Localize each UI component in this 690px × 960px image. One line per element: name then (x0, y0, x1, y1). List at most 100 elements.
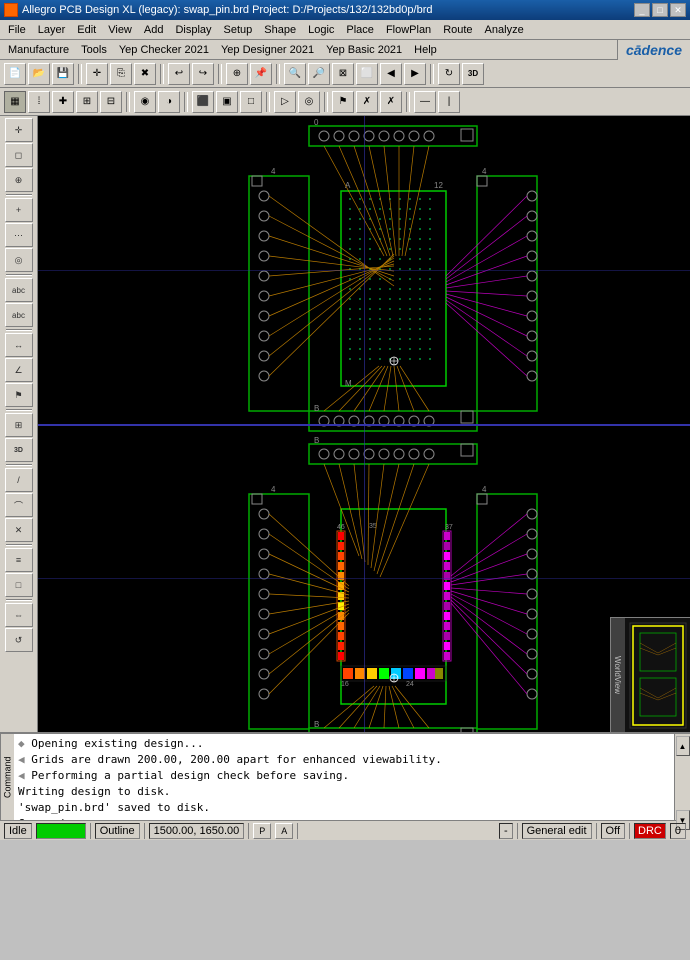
menu-add[interactable]: Add (138, 22, 170, 38)
side-measure-btn[interactable]: ↔ (5, 333, 33, 357)
refresh-button[interactable]: ↻ (438, 63, 460, 85)
window-controls[interactable]: _ □ ✕ (634, 3, 686, 17)
console-line-6: Command > (18, 816, 670, 820)
menu-file[interactable]: File (2, 22, 32, 38)
side-place-btn[interactable]: □ (5, 573, 33, 597)
menu-flowplan[interactable]: FlowPlan (380, 22, 437, 38)
copy-button[interactable]: ⎘ (110, 63, 132, 85)
side-3d-btn[interactable]: 3D (5, 438, 33, 462)
svg-text:46: 46 (337, 524, 345, 531)
pan-left-button[interactable]: ◀ (380, 63, 402, 85)
title-bar: Allegro PCB Design XL (legacy): swap_pin… (0, 0, 690, 20)
snap-button[interactable]: ⊕ (226, 63, 248, 85)
menu-setup[interactable]: Setup (218, 22, 259, 38)
menu-yep-basic[interactable]: Yep Basic 2021 (320, 42, 408, 58)
side-via-btn[interactable]: ◎ (5, 248, 33, 272)
side-shape-btn[interactable]: ◻ (5, 143, 33, 167)
snap-off-button[interactable]: ⊟ (100, 91, 122, 113)
drc-count: 0 (670, 823, 686, 839)
grid-dots-button[interactable]: ⁞ (28, 91, 50, 113)
shape-add-button[interactable]: ▷ (274, 91, 296, 113)
menu-tools[interactable]: Tools (75, 42, 113, 58)
zoom-out-button[interactable]: 🔎 (308, 63, 330, 85)
side-sep-4 (6, 409, 32, 411)
grid-on-button[interactable]: ▦ (4, 91, 26, 113)
drc-button[interactable]: ⚑ (332, 91, 354, 113)
side-add-btn[interactable]: + (5, 198, 33, 222)
line-v-button[interactable]: | (438, 91, 460, 113)
open-button[interactable]: 📂 (28, 63, 50, 85)
close-button[interactable]: ✕ (670, 3, 686, 17)
menu-place[interactable]: Place (340, 22, 380, 38)
pan-right-button[interactable]: ▶ (404, 63, 426, 85)
menu-layer[interactable]: Layer (32, 22, 72, 38)
pin-button[interactable]: 📌 (250, 63, 272, 85)
delete-button[interactable]: ✖ (134, 63, 156, 85)
rule-x2-button[interactable]: ✗ (380, 91, 402, 113)
menu-shape[interactable]: Shape (258, 22, 302, 38)
minimize-button[interactable]: _ (634, 3, 650, 17)
menu-manufacture[interactable]: Manufacture (2, 42, 75, 58)
grid-cross-button[interactable]: ✚ (52, 91, 74, 113)
main-area: ✛ ◻ ⊕ + ⋯ ◎ abc abc ↔ ∠ ⚑ ⊞ 3D / ⌒ ✕ ≡ □… (0, 116, 690, 732)
deselect-button[interactable]: □ (240, 91, 262, 113)
dark-button[interactable]: ◑ (158, 91, 180, 113)
line-h-button[interactable]: — (414, 91, 436, 113)
side-net-btn[interactable]: ⋯ (5, 223, 33, 247)
a-button[interactable]: A (275, 823, 293, 839)
console-scrollbar[interactable]: ▲ ▼ (674, 734, 690, 820)
side-select-btn[interactable]: ✛ (5, 118, 33, 142)
menu-yep-checker[interactable]: Yep Checker 2021 (113, 42, 215, 58)
zoom-box-button[interactable]: ⬜ (356, 63, 378, 85)
menu-yep-designer[interactable]: Yep Designer 2021 (215, 42, 320, 58)
side-text2-btn[interactable]: abc (5, 303, 33, 327)
rule-x1-button[interactable]: ✗ (356, 91, 378, 113)
redo-button[interactable]: ↪ (192, 63, 214, 85)
side-arc-btn[interactable]: ⌒ (5, 493, 33, 517)
console-output[interactable]: ◆ Opening existing design... ◀ Grids are… (14, 734, 674, 820)
new-button[interactable]: 📄 (4, 63, 26, 85)
svg-text:B: B (314, 404, 319, 413)
minimap-label: WorldView (611, 618, 625, 732)
side-sep-7 (6, 599, 32, 601)
toolbar-sep-5 (430, 64, 434, 84)
undo-button[interactable]: ↩ (168, 63, 190, 85)
window-button[interactable]: ▣ (216, 91, 238, 113)
side-text-btn[interactable]: abc (5, 278, 33, 302)
menu-analyze[interactable]: Analyze (479, 22, 530, 38)
console-line-2: ◀ Grids are drawn 200.00, 200.00 apart f… (18, 752, 670, 768)
toolbar-sep-1 (78, 64, 82, 84)
snap-on-button[interactable]: ⊞ (76, 91, 98, 113)
side-delete-btn[interactable]: ✕ (5, 518, 33, 542)
toolbar2-sep-1 (126, 92, 130, 112)
side-move-btn[interactable]: ⊕ (5, 168, 33, 192)
side-mirror-btn[interactable]: ⇔ (5, 603, 33, 627)
pcb-canvas-area[interactable]: 0 4 (38, 116, 690, 732)
p-button[interactable]: P (253, 823, 271, 839)
3d-button[interactable]: 3D (462, 63, 484, 85)
side-rotate-btn[interactable]: ↺ (5, 628, 33, 652)
menu-view[interactable]: View (102, 22, 138, 38)
maximize-button[interactable]: □ (652, 3, 668, 17)
select-button[interactable]: ✛ (86, 63, 108, 85)
select-all-button[interactable]: ⬛ (192, 91, 214, 113)
side-route-btn[interactable]: ≡ (5, 548, 33, 572)
side-view-btn[interactable]: ⊞ (5, 413, 33, 437)
side-angle-btn[interactable]: ∠ (5, 358, 33, 382)
side-drc2-btn[interactable]: ⚑ (5, 383, 33, 407)
menu-edit[interactable]: Edit (71, 22, 102, 38)
minimap-view[interactable] (625, 618, 690, 732)
zoom-fit-button[interactable]: ⊠ (332, 63, 354, 85)
status-sep-2 (144, 823, 145, 839)
zoom-in-button[interactable]: 🔍 (284, 63, 306, 85)
menu-logic[interactable]: Logic (302, 22, 340, 38)
side-line-btn[interactable]: / (5, 468, 33, 492)
console-area: Command ◆ Opening existing design... ◀ G… (0, 732, 690, 820)
side-toolbar: ✛ ◻ ⊕ + ⋯ ◎ abc abc ↔ ∠ ⚑ ⊞ 3D / ⌒ ✕ ≡ □… (0, 116, 38, 732)
highlight-button[interactable]: ◉ (134, 91, 156, 113)
via-button[interactable]: ◎ (298, 91, 320, 113)
menu-display[interactable]: Display (169, 22, 217, 38)
menu-route[interactable]: Route (437, 22, 478, 38)
save-button[interactable]: 💾 (52, 63, 74, 85)
menu-help[interactable]: Help (408, 42, 443, 58)
